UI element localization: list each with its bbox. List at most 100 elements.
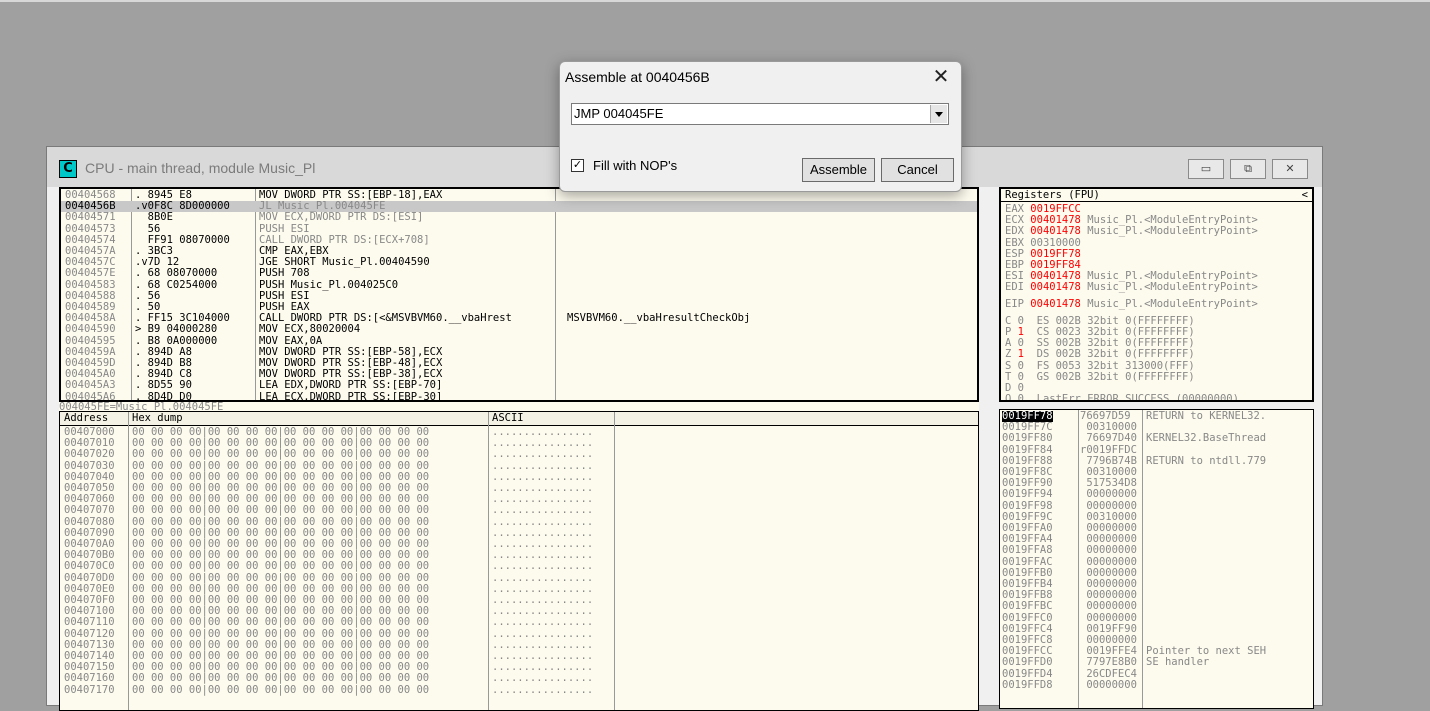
dialog-close-icon[interactable]: ✕ [930, 66, 952, 88]
stack-row[interactable]: 0019FFBC 00000000 [1000, 601, 1313, 612]
register-line[interactable]: EDI 00401478 Music_Pl.<ModuleEntryPoint> [1005, 282, 1258, 293]
disassembly-row[interactable]: 004045A0. 894D C8 MOV DWORD PTR SS:[EBP-3… [61, 368, 977, 380]
instruction-text: LEA ECX,DWORD PTR SS:[EBP-30] [259, 390, 443, 402]
stack-row[interactable]: 0019FF80 76697D40 KERNEL32.BaseThread [1000, 433, 1313, 444]
register-comment: Music_Pl.<ModuleEntryPoint> [1080, 214, 1258, 227]
fill-nops-checkbox[interactable]: ✓ [571, 159, 584, 172]
disassembly-row[interactable]: 00404574 FF91 08070000 CALL DWORD PTR DS:… [61, 234, 977, 246]
disassembly-row[interactable]: 00404595. B8 0A000000 MOV EAX,0A [61, 335, 977, 347]
disassembly-row[interactable]: 0040457E . 68 08070000 PUSH 708 [61, 268, 977, 279]
disassembly-row[interactable]: 00404588. 56 PUSH ESI [61, 290, 977, 302]
dump-row[interactable]: 004070C0 00 00 00 00|00 00 00 00|00 00 00… [60, 561, 978, 572]
register-name: ESP [1005, 247, 1031, 260]
dump-header-address[interactable]: Address [64, 412, 108, 424]
hex-dump-pane[interactable]: Address Hex dump ASCII 00407000 00 00 00 … [59, 411, 979, 711]
assemble-button[interactable]: Assemble [802, 158, 875, 182]
flag-line[interactable]: T 0 GS 002B 32bit 0(FFFFFFFF) [1005, 370, 1195, 383]
instruction-combobox[interactable]: JMP 004045FE [571, 103, 949, 125]
register-name: EBP [1005, 259, 1031, 271]
restore-button[interactable]: ⧉ [1230, 159, 1266, 179]
close-button[interactable]: ✕ [1272, 159, 1308, 179]
register-name: EBX [1005, 236, 1031, 249]
chevron-down-icon[interactable] [930, 105, 947, 123]
disassembly-row[interactable]: 004045A3 . 8D55 90 LEA EDX,DWORD PTR SS:[E… [61, 380, 977, 391]
stack-address: 0019FFD8 [1002, 678, 1053, 691]
instruction-address: 004045A6 [65, 390, 116, 402]
disassembly-row[interactable]: 00404590 > B9 04000280 MOV ECX,80020004 [61, 324, 977, 335]
disassembly-pane[interactable]: 00404568. 8945 E8 MOV DWORD PTR SS:[EBP-1… [59, 187, 979, 402]
disassembly-row[interactable]: 00404583. 68 C0254000 PUSH Music_Pl.00402… [61, 279, 977, 291]
flag-value[interactable]: 0 [1018, 382, 1024, 394]
instruction-text: MOV ECX,80020004 [259, 323, 361, 336]
dump-header-hex[interactable]: Hex dump [132, 412, 183, 424]
instruction-address: 004045A3 [65, 379, 116, 392]
dump-row[interactable]: 00407170 00 00 00 00|00 00 00 00|00 00 00… [60, 684, 978, 696]
disassembly-row[interactable]: 0040459D. 894D B8 MOV DWORD PTR SS:[EBP-4… [61, 357, 977, 369]
dump-row[interactable]: 00407020 00 00 00 00|00 00 00 00|00 00 00… [60, 449, 978, 460]
register-value[interactable]: 0019FFCC [1030, 203, 1081, 215]
segment-info: LastErr ERROR_SUCCESS (00000000) [1023, 393, 1239, 402]
disassembly-row[interactable]: 00404571 8B0E MOV ECX,DWORD PTR DS:[ESI] [61, 212, 977, 223]
stack-address: 0019FF80 [1002, 432, 1053, 445]
register-name: EDI [1005, 281, 1031, 294]
stack-row[interactable]: 0019FFD8 00000000 [1000, 678, 1313, 691]
register-value[interactable]: 00401478 [1030, 225, 1081, 237]
disassembly-row[interactable]: 0040457A. 3BC3 CMP EAX,EBX [61, 245, 977, 257]
disassembly-row[interactable]: 004045A6 . 8D4D D0 LEA ECX,DWORD PTR SS:[E… [61, 390, 977, 402]
flag-name: S [1005, 359, 1018, 372]
dump-hex: 00 00 00 00|00 00 00 00|00 00 00 00|00 0… [132, 504, 430, 517]
dump-row[interactable]: 00407110 00 00 00 00|00 00 00 00|00 00 00… [60, 617, 978, 628]
instruction-address: 0040457E [65, 267, 116, 280]
dump-row[interactable]: 00407070 00 00 00 00|00 00 00 00|00 00 00… [60, 505, 978, 516]
register-comment: Music_Pl.<ModuleEntryPoint> [1080, 225, 1258, 238]
stack-comment: RETURN to ntdll.779 [1146, 454, 1267, 467]
stack-pane[interactable]: 0019FF78 76697D59 RETURN to KERNEL32. 0019F… [999, 409, 1314, 709]
stack-row[interactable]: 0019FFD0 7797E8B0 SE handler [1000, 657, 1313, 668]
register-value[interactable]: 00401478 [1030, 281, 1081, 293]
dump-hex: 00 00 00 00|00 00 00 00|00 00 00 00|00 0… [132, 560, 430, 573]
instruction-input[interactable]: JMP 004045FE [574, 106, 663, 121]
cancel-button[interactable]: Cancel [881, 158, 954, 182]
register-value[interactable]: 00310000 [1030, 237, 1081, 249]
stack-value: 00000000 [1080, 544, 1137, 557]
dump-row[interactable]: 00407160 00 00 00 00|00 00 00 00|00 00 00… [60, 673, 978, 684]
dump-header-ascii[interactable]: ASCII [492, 412, 524, 424]
dump-hex: 00 00 00 00|00 00 00 00|00 00 00 00|00 0… [132, 672, 430, 685]
fill-nops-label[interactable]: Fill with NOP's [593, 158, 677, 173]
register-value[interactable]: 0019FF78 [1030, 248, 1081, 260]
registers-pane[interactable]: Registers (FPU) < EAX 0019FFCC ECX 004014… [999, 187, 1314, 402]
dialog-title: Assemble at 0040456B [565, 69, 710, 85]
dump-address: 00407110 [64, 616, 115, 629]
disassembly-row[interactable]: 0040459A. 894D A8 MOV DWORD PTR SS:[EBP-5… [61, 346, 977, 358]
stack-address: 0019FFD0 [1002, 656, 1053, 669]
instruction-bytes: 8B0E [135, 211, 173, 224]
stack-row[interactable]: 0019FF94 00000000 [1000, 489, 1313, 500]
stack-value: 7797E8B0 [1080, 656, 1137, 669]
register-value[interactable]: 00401478 [1030, 214, 1081, 226]
segment-info: GS 002B 32bit 0(FFFFFFFF) [1023, 370, 1195, 383]
register-value[interactable]: 0019FF84 [1030, 259, 1081, 271]
instruction-text: PUSH 708 [259, 267, 310, 280]
stack-value: 00000000 [1080, 678, 1137, 691]
register-name: ECX [1005, 214, 1031, 227]
flag-line[interactable]: O 0 LastErr ERROR_SUCCESS (00000000) [1005, 393, 1239, 402]
stack-row[interactable]: 0019FFA8 00000000 [1000, 545, 1313, 556]
register-value[interactable]: 00401478 [1030, 298, 1081, 310]
register-line[interactable]: EIP 00401478 Music_Pl.<ModuleEntryPoint> [1005, 298, 1258, 310]
register-name: ESI [1005, 270, 1031, 283]
instruction-text: MOV ECX,DWORD PTR DS:[ESI] [259, 211, 424, 224]
registers-header[interactable]: Registers (FPU) < [1001, 189, 1312, 202]
register-comment: Music_Pl.<ModuleEntryPoint> [1080, 281, 1258, 294]
disassembly-row[interactable]: 0040456B .v0F8C 8D000000 JL Music_Pl.00404… [61, 200, 977, 213]
register-value[interactable]: 00401478 [1030, 270, 1081, 282]
instruction-comment: MSVBVM60.__vbaHresultCheckObj [567, 312, 751, 325]
segment-info: DS 002B 32bit 0(FFFFFFFF) [1023, 348, 1195, 361]
registers-collapse-icon[interactable]: < [1302, 189, 1308, 201]
flag-name: D [1005, 382, 1018, 394]
dump-ascii: ................ [492, 448, 594, 461]
cpu-window: C CPU - main thread, module Music_Pl ▭ ⧉… [46, 146, 1323, 711]
segment-info: FS 0053 32bit 313000(FFF) [1023, 359, 1195, 372]
flag-name: P [1005, 326, 1018, 338]
dump-hex: 00 00 00 00|00 00 00 00|00 00 00 00|00 0… [132, 448, 430, 461]
minimize-button[interactable]: ▭ [1188, 159, 1224, 179]
